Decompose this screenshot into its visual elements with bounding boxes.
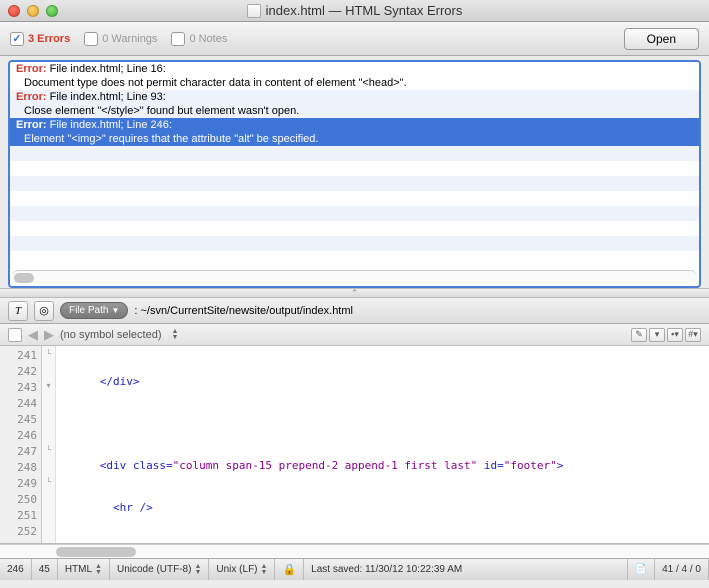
splitter-handle[interactable]: ⌃ bbox=[0, 288, 709, 298]
error-row-selected[interactable]: Error: File index.html; Line 246: bbox=[10, 118, 699, 132]
list-item bbox=[10, 191, 699, 206]
lock-icon: 🔒 bbox=[282, 563, 296, 576]
text-tool-button[interactable]: T bbox=[8, 301, 28, 321]
marker-menu[interactable]: ▾ bbox=[649, 328, 665, 342]
nav-prev-button[interactable]: ◀ bbox=[28, 327, 38, 343]
nav-next-button[interactable]: ▶ bbox=[44, 327, 54, 343]
counterpart-menu[interactable]: ▪▾ bbox=[667, 328, 683, 342]
error-desc[interactable]: Document type does not permit character … bbox=[10, 76, 699, 90]
notes-count-label: 0 Notes bbox=[189, 33, 227, 45]
pencil-menu[interactable]: ✎ bbox=[631, 328, 647, 342]
fold-gutter[interactable]: └▾└└ bbox=[42, 346, 56, 543]
editor-horizontal-scrollbar[interactable] bbox=[0, 544, 709, 558]
error-list-panel: Error: File index.html; Line 16: Documen… bbox=[8, 60, 701, 288]
document-icon bbox=[247, 4, 261, 18]
status-line-endings[interactable]: Unix (LF)▲▼ bbox=[209, 559, 275, 580]
status-line[interactable]: 246 bbox=[0, 559, 32, 580]
file-path-text: : ~/svn/CurrentSite/newsite/output/index… bbox=[134, 305, 353, 317]
navigation-bar: ◀ ▶ (no symbol selected) ▲▼ ✎ ▾ ▪▾ #▾ bbox=[0, 324, 709, 346]
titlebar: index.html — HTML Syntax Errors bbox=[0, 0, 709, 22]
list-item bbox=[10, 221, 699, 236]
status-last-saved: Last saved: 11/30/12 10:22:39 AM bbox=[304, 559, 627, 580]
list-item bbox=[10, 146, 699, 161]
path-bar: T ◎ File Path▼ : ~/svn/CurrentSite/newsi… bbox=[0, 298, 709, 324]
warnings-filter[interactable]: 0 Warnings bbox=[84, 32, 157, 46]
line-number-gutter[interactable]: 241 242 243 244 245 246 247 248 249 250 … bbox=[0, 346, 42, 543]
checkbox-icon bbox=[84, 32, 98, 46]
code-area[interactable]: </div> <div class="column span-15 prepen… bbox=[56, 346, 709, 543]
error-desc[interactable]: Close element "</style>" found but eleme… bbox=[10, 104, 699, 118]
list-item bbox=[10, 176, 699, 191]
errors-count-label: 3 Errors bbox=[28, 33, 70, 45]
checkbox-checked-icon bbox=[10, 32, 24, 46]
status-language[interactable]: HTML▲▼ bbox=[58, 559, 110, 580]
file-path-menu[interactable]: File Path▼ bbox=[60, 302, 128, 319]
filter-toolbar: 3 Errors 0 Warnings 0 Notes Open bbox=[0, 22, 709, 56]
code-editor: 241 242 243 244 245 246 247 248 249 250 … bbox=[0, 346, 709, 544]
status-encoding[interactable]: Unicode (UTF-8)▲▼ bbox=[110, 559, 209, 580]
list-item bbox=[10, 206, 699, 221]
errors-filter[interactable]: 3 Errors bbox=[10, 32, 70, 46]
status-bar: 246 45 HTML▲▼ Unicode (UTF-8)▲▼ Unix (LF… bbox=[0, 558, 709, 580]
notes-filter[interactable]: 0 Notes bbox=[171, 32, 227, 46]
chevron-down-icon: ▼ bbox=[111, 306, 119, 315]
checkbox-icon bbox=[171, 32, 185, 46]
error-list[interactable]: Error: File index.html; Line 16: Documen… bbox=[10, 62, 699, 268]
includes-menu[interactable]: #▾ bbox=[685, 328, 701, 342]
status-counts[interactable]: 41 / 4 / 0 bbox=[655, 559, 709, 580]
error-row[interactable]: Error: File index.html; Line 16: bbox=[10, 62, 699, 76]
error-row[interactable]: Error: File index.html; Line 93: bbox=[10, 90, 699, 104]
horizontal-scrollbar[interactable] bbox=[12, 270, 697, 284]
warnings-count-label: 0 Warnings bbox=[102, 33, 157, 45]
open-button[interactable]: Open bbox=[624, 28, 699, 50]
status-column[interactable]: 45 bbox=[32, 559, 58, 580]
list-item bbox=[10, 236, 699, 251]
list-item bbox=[10, 161, 699, 176]
document-menu[interactable] bbox=[8, 328, 22, 342]
status-lock[interactable]: 🔒 bbox=[275, 559, 304, 580]
symbol-stepper[interactable]: ▲▼ bbox=[172, 329, 179, 341]
window-title: index.html — HTML Syntax Errors bbox=[0, 3, 709, 18]
error-desc[interactable]: Element "<img>" requires that the attrib… bbox=[10, 132, 699, 146]
window-title-text: index.html — HTML Syntax Errors bbox=[266, 3, 463, 18]
symbol-popup[interactable]: (no symbol selected) bbox=[60, 329, 162, 341]
status-doc-icon[interactable]: 📄 bbox=[628, 559, 655, 580]
target-button[interactable]: ◎ bbox=[34, 301, 54, 321]
